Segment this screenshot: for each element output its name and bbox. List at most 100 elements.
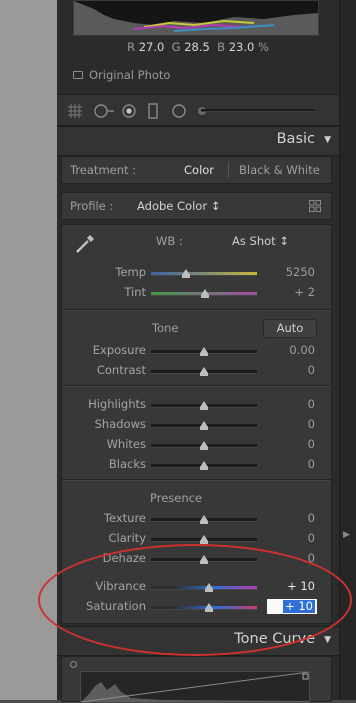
crop-grid-icon[interactable]	[67, 103, 83, 119]
target-adjust-icon[interactable]	[70, 661, 77, 668]
texture-label: Texture	[103, 511, 146, 525]
b-label: B	[217, 40, 226, 54]
whites-label: Whites	[106, 437, 146, 451]
radial-filter-icon[interactable]	[171, 103, 187, 119]
shadows-label: Shadows	[94, 417, 146, 431]
saturation-value-field[interactable]: + 10	[267, 599, 317, 614]
saturation-label: Saturation	[86, 599, 146, 613]
texture-slider-row[interactable]: Texture 0	[62, 511, 331, 527]
vibrance-slider-row[interactable]: Vibrance + 10	[62, 579, 331, 595]
profile-label: Profile :	[70, 199, 114, 213]
clarity-label: Clarity	[108, 531, 146, 545]
treatment-color-option[interactable]: Color	[184, 163, 214, 177]
b-value: 23.0	[228, 40, 255, 54]
vibrance-label: Vibrance	[95, 579, 146, 593]
blacks-value[interactable]: 0	[308, 457, 315, 471]
tone-curve-section	[61, 656, 332, 703]
tint-label: Tint	[124, 285, 146, 299]
clarity-slider-row[interactable]: Clarity 0	[62, 531, 331, 547]
tool-strip	[57, 94, 339, 126]
spot-removal-icon[interactable]	[93, 103, 115, 119]
exposure-thumb[interactable]	[200, 347, 208, 356]
highlights-value[interactable]: 0	[308, 397, 315, 411]
dehaze-thumb[interactable]	[200, 555, 208, 564]
contrast-thumb[interactable]	[200, 367, 208, 376]
basic-panel-header[interactable]: Basic ▼	[57, 126, 339, 156]
presence-label: Presence	[150, 491, 203, 505]
contrast-value[interactable]: 0	[308, 363, 315, 377]
tone-curve-title: Tone Curve	[234, 631, 315, 647]
collapse-triangle-icon[interactable]: ▼	[324, 135, 331, 145]
tone-curve-histogram	[81, 672, 309, 702]
original-photo-checkbox-icon[interactable]	[73, 71, 83, 79]
blacks-label: Blacks	[108, 457, 146, 471]
temp-slider-row[interactable]: Temp 5250	[62, 265, 331, 281]
highlights-thumb[interactable]	[200, 401, 208, 410]
vibrance-value[interactable]: + 10	[287, 579, 315, 593]
divider	[62, 479, 331, 481]
treatment-divider	[228, 162, 229, 178]
white-balance-eyedropper-icon[interactable]	[74, 231, 98, 255]
g-value: 28.5	[184, 40, 210, 54]
whites-thumb[interactable]	[200, 441, 208, 450]
tint-slider-row[interactable]: Tint + 2	[62, 285, 331, 301]
temp-thumb[interactable]	[181, 269, 190, 278]
tone-curve-graph[interactable]	[80, 671, 310, 703]
contrast-slider-row[interactable]: Contrast 0	[62, 363, 331, 379]
original-photo-toggle[interactable]: Original Photo	[73, 68, 170, 82]
clarity-thumb[interactable]	[200, 535, 208, 544]
temp-label: Temp	[115, 265, 146, 279]
whites-value[interactable]: 0	[308, 437, 315, 451]
histogram-graph	[74, 1, 318, 35]
texture-value[interactable]: 0	[308, 511, 315, 525]
blacks-thumb[interactable]	[200, 461, 208, 470]
saturation-value-selected[interactable]: + 10	[283, 600, 315, 613]
exposure-label: Exposure	[92, 343, 146, 357]
temp-track[interactable]	[151, 272, 257, 276]
saturation-thumb[interactable]	[205, 603, 214, 612]
contrast-label: Contrast	[96, 363, 146, 377]
shadows-thumb[interactable]	[200, 421, 208, 430]
basic-title: Basic	[276, 131, 315, 147]
whites-slider-row[interactable]: Whites 0	[62, 437, 331, 453]
treatment-label: Treatment :	[70, 163, 137, 177]
exposure-value[interactable]: 0.00	[289, 343, 315, 357]
dehaze-slider-row[interactable]: Dehaze 0	[62, 551, 331, 567]
panel-expand-arrow-icon[interactable]: ▶	[343, 530, 350, 540]
saturation-track[interactable]	[151, 606, 257, 610]
profile-section: Profile : Adobe Color ↕	[61, 192, 332, 220]
saturation-slider-row[interactable]: Saturation + 10	[62, 599, 331, 615]
texture-thumb[interactable]	[200, 515, 208, 524]
vibrance-thumb[interactable]	[205, 583, 214, 592]
original-photo-label: Original Photo	[89, 68, 171, 82]
histogram[interactable]	[73, 0, 319, 36]
collapse-triangle-icon[interactable]: ▼	[324, 635, 331, 645]
dehaze-value[interactable]: 0	[308, 551, 315, 565]
graduated-filter-icon[interactable]	[147, 103, 159, 119]
highlights-slider-row[interactable]: Highlights 0	[62, 397, 331, 413]
g-label: G	[171, 40, 181, 54]
clarity-value[interactable]: 0	[308, 531, 315, 545]
develop-right-panel: R 27.0 G 28.5 B 23.0 % Original Photo Ba…	[57, 0, 339, 703]
temp-value[interactable]: 5250	[286, 265, 315, 279]
blacks-slider-row[interactable]: Blacks 0	[62, 457, 331, 473]
shadows-slider-row[interactable]: Shadows 0	[62, 417, 331, 433]
exposure-slider-row[interactable]: Exposure 0.00	[62, 343, 331, 359]
wb-label: WB :	[156, 234, 183, 248]
highlights-label: Highlights	[88, 397, 146, 411]
profile-browser-grid-icon[interactable]	[309, 200, 321, 212]
auto-tone-button[interactable]: Auto	[263, 319, 317, 338]
tool-slider[interactable]	[201, 109, 315, 112]
profile-dropdown[interactable]: Adobe Color ↕	[137, 199, 220, 213]
shadows-value[interactable]: 0	[308, 417, 315, 431]
treatment-section: Treatment : Color Black & White	[61, 156, 332, 184]
treatment-bw-option[interactable]: Black & White	[239, 163, 320, 177]
vibrance-track[interactable]	[151, 586, 257, 590]
rgb-readout: R 27.0 G 28.5 B 23.0 %	[57, 40, 339, 54]
tint-value[interactable]: + 2	[294, 285, 315, 299]
wb-dropdown[interactable]: As Shot ↕	[232, 234, 289, 248]
panel-scroll-strip[interactable]: ▶	[339, 0, 356, 700]
tone-curve-panel-header[interactable]: Tone Curve ▼	[57, 626, 339, 656]
red-eye-icon[interactable]	[121, 103, 137, 119]
tint-thumb[interactable]	[201, 289, 210, 298]
